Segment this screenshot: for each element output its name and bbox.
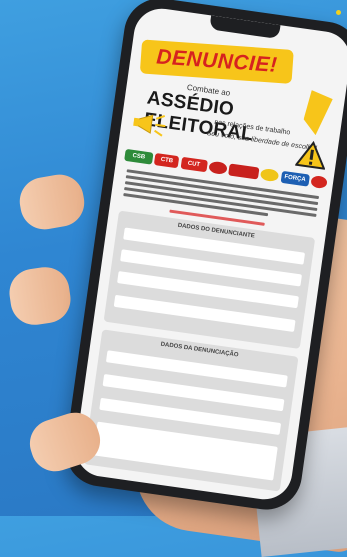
headline-banner: DENUNCIE! — [139, 39, 294, 84]
megaphone-icon — [133, 114, 166, 137]
smartphone: DENUNCIE! Combate ao ASSÉDIO ELEITORAL n… — [60, 0, 347, 515]
logo-forca: FORÇA — [280, 170, 310, 187]
logo-cut: CUT — [180, 156, 208, 173]
complainant-section: DADOS DO DENUNCIANTE — [103, 210, 316, 349]
logo-round-yellow — [260, 167, 280, 183]
warning-icon — [294, 140, 326, 170]
report-section: DADOS DA DENUNCIAÇÃO — [83, 329, 299, 492]
yellow-dot — [336, 10, 341, 15]
logo-ctb: CTB — [154, 153, 180, 169]
finger-index — [15, 170, 89, 234]
logo-small-red — [310, 174, 328, 190]
logo-round-red — [208, 160, 228, 176]
logo-csb: CSB — [124, 148, 154, 165]
headline: DENUNCIE! — [155, 45, 279, 77]
logo-red-wordmark — [228, 163, 260, 180]
finger-middle — [6, 264, 74, 328]
